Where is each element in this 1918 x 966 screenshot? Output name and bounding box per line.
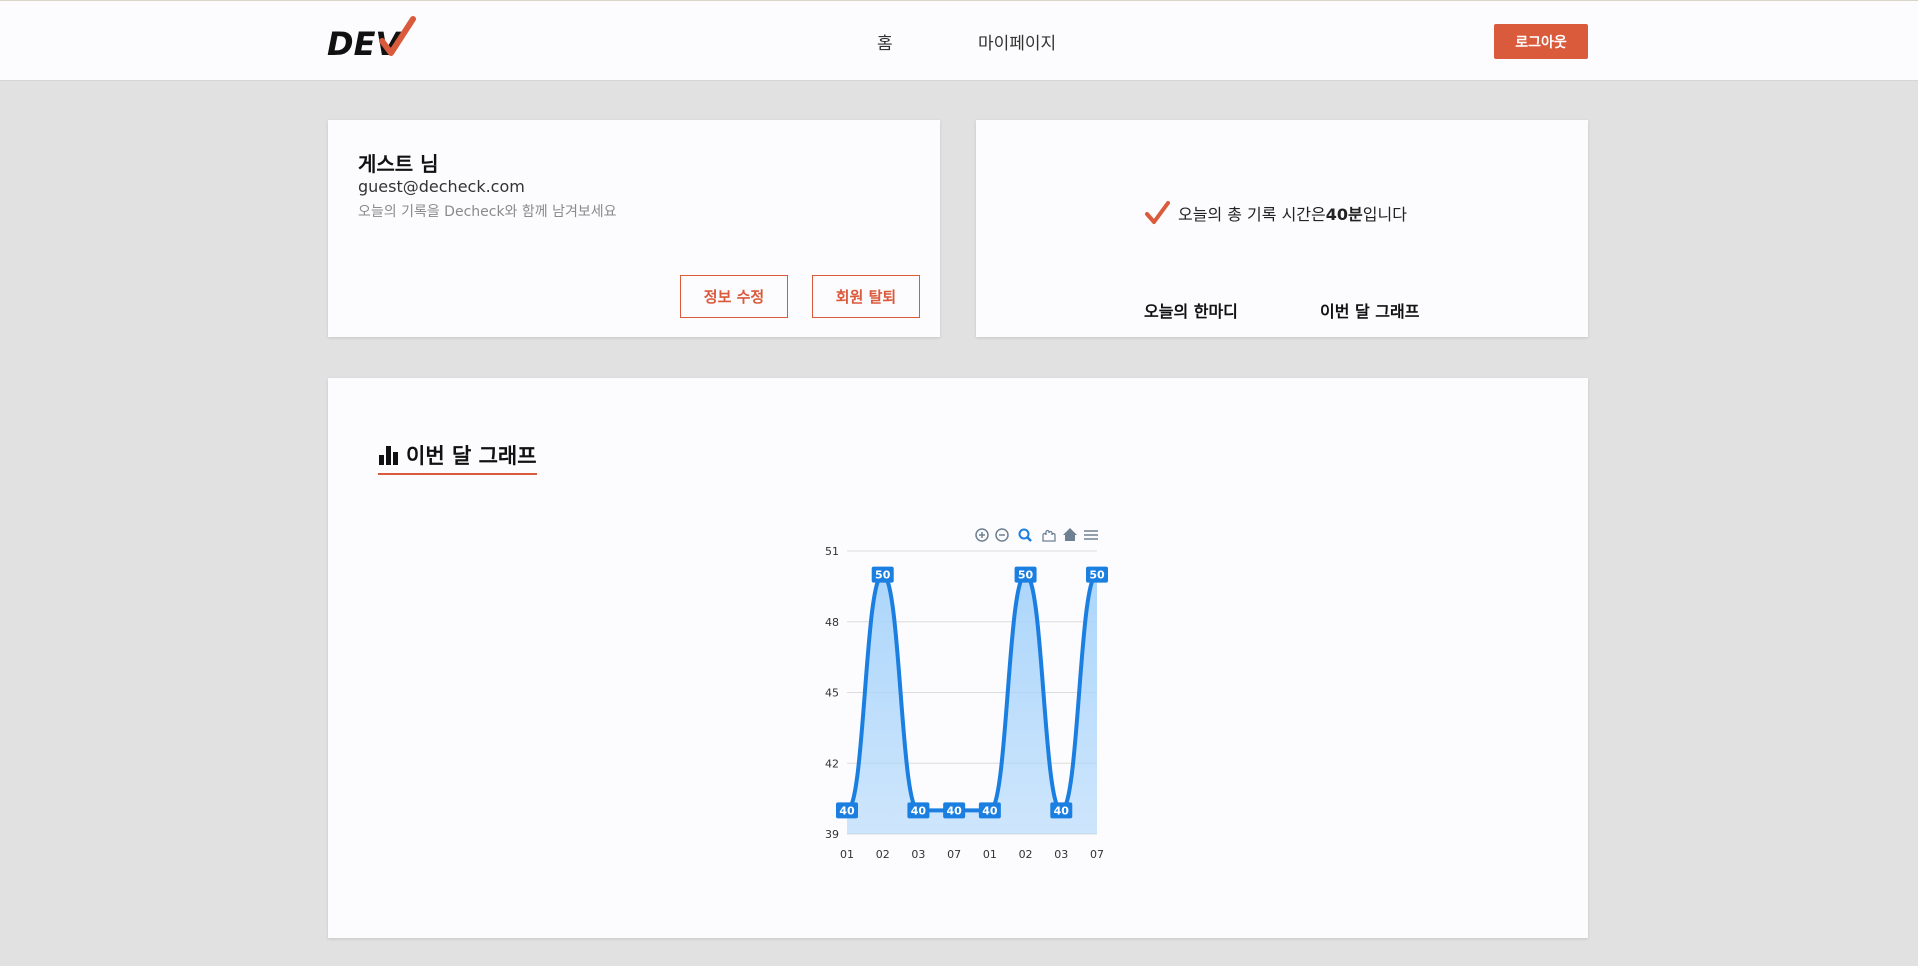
- data-label: 40: [839, 804, 855, 817]
- x-tick-label: 02: [876, 848, 890, 861]
- today-total-time: 오늘의 총 기록 시간은 40분 입니다: [1144, 200, 1407, 226]
- today-suffix-text: 입니다: [1362, 205, 1407, 224]
- today-time-value: 40분: [1325, 205, 1363, 224]
- data-label: 50: [1018, 569, 1034, 582]
- zoom-selection-icon[interactable]: [1018, 528, 1032, 542]
- data-label: 50: [875, 569, 891, 582]
- user-email: guest@decheck.com: [358, 177, 525, 196]
- checkmark-icon: [1145, 201, 1170, 224]
- nav-mypage-link[interactable]: 마이페이지: [978, 29, 1056, 54]
- data-label: 40: [1054, 804, 1070, 817]
- x-tick-label: 01: [983, 848, 997, 861]
- y-tick-label: 42: [825, 757, 839, 770]
- data-label: 40: [946, 804, 962, 817]
- x-tick-label: 03: [1054, 848, 1068, 861]
- nav-home-link[interactable]: 홈: [877, 29, 893, 54]
- reset-home-icon[interactable]: [1063, 528, 1077, 541]
- monthly-graph-link[interactable]: 이번 달 그래프: [1320, 298, 1419, 322]
- today-summary-card: 오늘의 총 기록 시간은 40분 입니다 오늘의 한마디 이번 달 그래프: [976, 120, 1588, 337]
- dev-logo[interactable]: DEV: [327, 15, 417, 61]
- data-label: 40: [982, 804, 998, 817]
- y-tick-label: 39: [825, 828, 839, 841]
- logout-button[interactable]: 로그아웃: [1494, 24, 1588, 59]
- menu-icon[interactable]: [1084, 530, 1098, 540]
- pan-hand-icon[interactable]: [1042, 529, 1056, 542]
- zoom-out-icon[interactable]: [995, 528, 1009, 542]
- x-tick-label: 01: [840, 848, 854, 861]
- x-tick-label: 07: [947, 848, 961, 861]
- edit-info-button[interactable]: 정보 수정: [680, 275, 788, 318]
- today-prefix-text: 오늘의 총 기록 시간은: [1178, 205, 1326, 224]
- y-tick-label: 45: [825, 687, 839, 700]
- monthly-graph-card: 이번 달 그래프 39 42 45 48 51 01 02 03 07 01 02 03 07 40 50 4…: [328, 378, 1588, 938]
- top-navigation-bar: DEV 홈 마이페이지 로그아웃: [0, 0, 1918, 81]
- user-greeting-message: 오늘의 기록을 Decheck와 함께 남겨보세요: [358, 204, 617, 220]
- withdraw-button[interactable]: 회원 탈퇴: [812, 275, 920, 318]
- zoom-in-icon[interactable]: [975, 528, 989, 542]
- user-name: 게스트 님: [358, 152, 439, 176]
- profile-card: 게스트 님 guest@decheck.com 오늘의 기록을 Decheck와…: [328, 120, 940, 337]
- data-label: 50: [1089, 569, 1105, 582]
- y-tick-label: 48: [825, 616, 839, 629]
- x-tick-label: 02: [1019, 848, 1033, 861]
- series-area: [847, 574, 1097, 834]
- x-tick-label: 07: [1090, 848, 1104, 861]
- data-label: 40: [911, 804, 927, 817]
- y-tick-label: 51: [825, 545, 839, 558]
- x-tick-label: 03: [911, 848, 925, 861]
- monthly-area-chart: 39 42 45 48 51 01 02 03 07 01 02 03 07 40 50 40 40 40 50 40…: [825, 528, 1108, 861]
- today-comment-link[interactable]: 오늘의 한마디: [1144, 298, 1238, 322]
